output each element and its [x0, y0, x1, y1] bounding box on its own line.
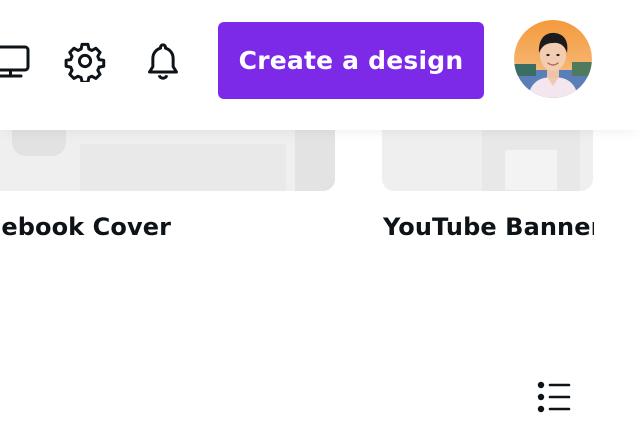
thumbnail-shape — [12, 128, 66, 156]
notifications-button[interactable] — [140, 38, 186, 84]
settings-button[interactable] — [62, 38, 108, 84]
facebook-cover-label[interactable]: cebook Cover — [0, 213, 171, 241]
desktop-app-button[interactable] — [0, 38, 34, 84]
list-view-toggle[interactable] — [532, 374, 578, 420]
top-header: Create a design — [0, 0, 640, 130]
page: cebook Cover YouTube Banner Create a des… — [0, 0, 640, 447]
user-avatar[interactable] — [514, 20, 592, 98]
list-view-icon — [537, 381, 571, 413]
bell-icon — [148, 43, 178, 80]
create-design-button[interactable]: Create a design — [218, 22, 484, 99]
avatar-image — [514, 20, 592, 98]
thumbnail-shape — [505, 150, 557, 190]
gear-icon — [64, 42, 106, 82]
thumbnail-shape — [80, 144, 286, 191]
youtube-banner-label[interactable]: YouTube Banner — [383, 213, 594, 241]
desktop-monitor-icon — [0, 45, 30, 78]
